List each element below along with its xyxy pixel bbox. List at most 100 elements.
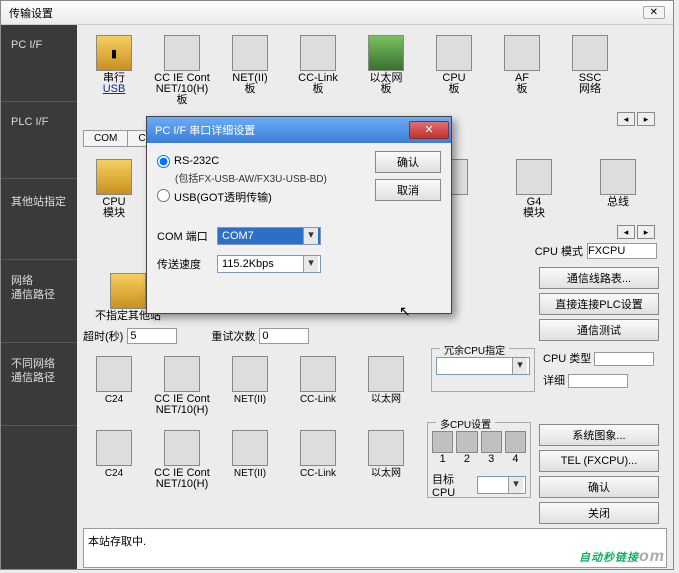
no-other-station-icon <box>110 273 146 309</box>
sidebar-item-network-path[interactable]: 网络 通信路径 <box>1 260 77 343</box>
multi-cpu-slot-2[interactable] <box>456 431 477 453</box>
sidebar-item-diff-network-path[interactable]: 不同网络 通信路径 <box>1 343 77 426</box>
ethernet-icon <box>368 35 404 71</box>
ok-button[interactable]: 确认 <box>539 476 659 498</box>
target-cpu-combo[interactable] <box>477 476 526 494</box>
bus-icon <box>600 159 636 195</box>
cpu-mode-label: CPU 模式 <box>535 243 583 259</box>
icon-cpu-module[interactable]: CPU模块 <box>83 159 145 219</box>
dialog-ok-button[interactable]: 确认 <box>375 151 441 173</box>
timeout-input[interactable] <box>127 328 177 344</box>
icon-serial-usb[interactable]: ▮ 串行USB <box>83 35 145 106</box>
icon-cclink[interactable]: CC-Link板 <box>287 35 349 106</box>
icon-cciecont[interactable]: CC IE ContNET/10(H)板 <box>151 35 213 106</box>
dialog-cancel-button[interactable]: 取消 <box>375 179 441 201</box>
cpu-mode-input[interactable] <box>587 243 657 259</box>
dialog-close-icon[interactable]: ✕ <box>409 121 449 139</box>
afboard-icon <box>504 35 540 71</box>
icon-ethernet[interactable]: 以太网板 <box>355 35 417 106</box>
cclink-icon <box>300 430 336 466</box>
serial-usb-icon: ▮ <box>96 35 132 71</box>
icon-sscnet[interactable]: SSC网络 <box>559 35 621 106</box>
icon-netii-2[interactable]: NET(II) <box>219 356 281 416</box>
c24-icon <box>96 356 132 392</box>
radio-usb-got[interactable] <box>157 189 170 202</box>
radio-rs232c-label: RS-232C <box>174 155 219 167</box>
tel-fxcpu-button[interactable]: TEL (FXCPU)... <box>539 450 659 472</box>
icon-c24-b[interactable]: C24 <box>83 430 145 490</box>
detail-input[interactable] <box>568 374 628 388</box>
dialog-titlebar[interactable]: PC I/F 串口详细设置 ✕ <box>147 117 451 143</box>
icon-cclink-b[interactable]: CC-Link <box>287 430 349 490</box>
radio-rs232c-subtext: (包括FX-USB-AW/FX3U-USB-BD) <box>175 170 327 185</box>
sidebar-item-plcif[interactable]: PLC I/F <box>1 102 77 179</box>
sidebar-item-pcif[interactable]: PC I/F <box>1 25 77 102</box>
comm-test-button[interactable]: 通信测试 <box>539 319 659 341</box>
diff-network-path-row: C24 CC IE ContNET/10(H) NET(II) CC-Link … <box>77 420 423 494</box>
icon-bus[interactable]: 总线 <box>587 159 649 219</box>
com-port-combo[interactable]: COM7 <box>217 227 321 245</box>
multi-cpu-slot-4[interactable] <box>505 431 526 453</box>
icon-netii-b[interactable]: NET(II) <box>219 430 281 490</box>
dialog-title-text: PC I/F 串口详细设置 <box>155 122 255 138</box>
baud-rate-combo[interactable]: 115.2Kbps <box>217 255 321 273</box>
cpu-module-icon <box>96 159 132 195</box>
netii-icon <box>232 430 268 466</box>
cpu-type-input[interactable] <box>594 352 654 366</box>
close-button[interactable]: 关闭 <box>539 502 659 524</box>
detail-label: 详细 <box>543 375 565 387</box>
cciecont-icon <box>164 430 200 466</box>
direct-plc-button[interactable]: 直接连接PLC设置 <box>539 293 659 315</box>
ethernet-icon <box>368 430 404 466</box>
retry-label: 重试次数 <box>211 328 255 344</box>
scroll-left-button[interactable]: ◂ <box>617 112 635 126</box>
icon-eth-2[interactable]: 以太网 <box>355 356 417 416</box>
timeout-label: 超时(秒) <box>83 328 123 344</box>
icon-c24[interactable]: C24 <box>83 356 145 416</box>
ethernet-icon <box>368 356 404 392</box>
pcif-icon-row: ▮ 串行USB CC IE ContNET/10(H)板 NET(II)板 CC… <box>77 25 673 110</box>
radio-usb-label: USB(GOT透明传输) <box>174 189 272 205</box>
icon-cclink-2[interactable]: CC-Link <box>287 356 349 416</box>
watermark: 自动秒链接om <box>579 544 665 567</box>
g4-module-icon <box>516 159 552 195</box>
c24-icon <box>96 430 132 466</box>
icon-netii[interactable]: NET(II)板 <box>219 35 281 106</box>
radio-rs232c[interactable] <box>157 155 170 168</box>
target-cpu-label: 目标CPU <box>432 471 475 499</box>
cciecont-icon <box>164 35 200 71</box>
serial-detail-dialog: PC I/F 串口详细设置 ✕ 确认 取消 RS-232C (包括FX-USB-… <box>146 116 452 314</box>
main-titlebar: 传输设置 ✕ <box>1 1 673 25</box>
multi-cpu-group: 多CPU设置 1 2 3 4 <box>427 422 531 498</box>
sidebar: PC I/F PLC I/F 其他站指定 网络 通信路径 不同网络 通信路径 <box>1 25 77 569</box>
scroll-right-button[interactable]: ▸ <box>637 112 655 126</box>
scroll-right-button-2[interactable]: ▸ <box>637 225 655 239</box>
netii-icon <box>232 35 268 71</box>
cpu-type-label: CPU 类型 <box>543 353 591 365</box>
icon-cpuboard[interactable]: CPU板 <box>423 35 485 106</box>
icon-cciecont-2[interactable]: CC IE ContNET/10(H) <box>151 356 213 416</box>
subtab-com-label: COM <box>83 130 128 147</box>
main-title-text: 传输设置 <box>9 5 53 21</box>
network-path-row: C24 CC IE ContNET/10(H) NET(II) CC-Link … <box>77 346 427 420</box>
multi-cpu-slot-1[interactable] <box>432 431 453 453</box>
system-image-button[interactable]: 系统图象... <box>539 424 659 446</box>
scroll-left-button-2[interactable]: ◂ <box>617 225 635 239</box>
cclink-icon <box>300 35 336 71</box>
icon-cciecont-b[interactable]: CC IE ContNET/10(H) <box>151 430 213 490</box>
icon-g4-module[interactable]: G4模块 <box>503 159 565 219</box>
retry-input[interactable] <box>259 328 309 344</box>
redundant-cpu-combo[interactable] <box>436 357 530 375</box>
status-text: 本站存取中. <box>88 536 146 548</box>
route-table-button[interactable]: 通信线路表... <box>539 267 659 289</box>
sidebar-item-otherstation[interactable]: 其他站指定 <box>1 179 77 260</box>
redundant-cpu-group: 冗余CPU指定 <box>431 348 535 392</box>
main-close-icon[interactable]: ✕ <box>643 6 665 19</box>
icon-eth-b[interactable]: 以太网 <box>355 430 417 490</box>
icon-afboard[interactable]: AF板 <box>491 35 553 106</box>
multi-cpu-slot-3[interactable] <box>481 431 502 453</box>
cciecont-icon <box>164 356 200 392</box>
com-port-label: COM 端口 <box>157 228 211 244</box>
multi-cpu-legend: 多CPU设置 <box>436 416 495 431</box>
sscnet-icon <box>572 35 608 71</box>
